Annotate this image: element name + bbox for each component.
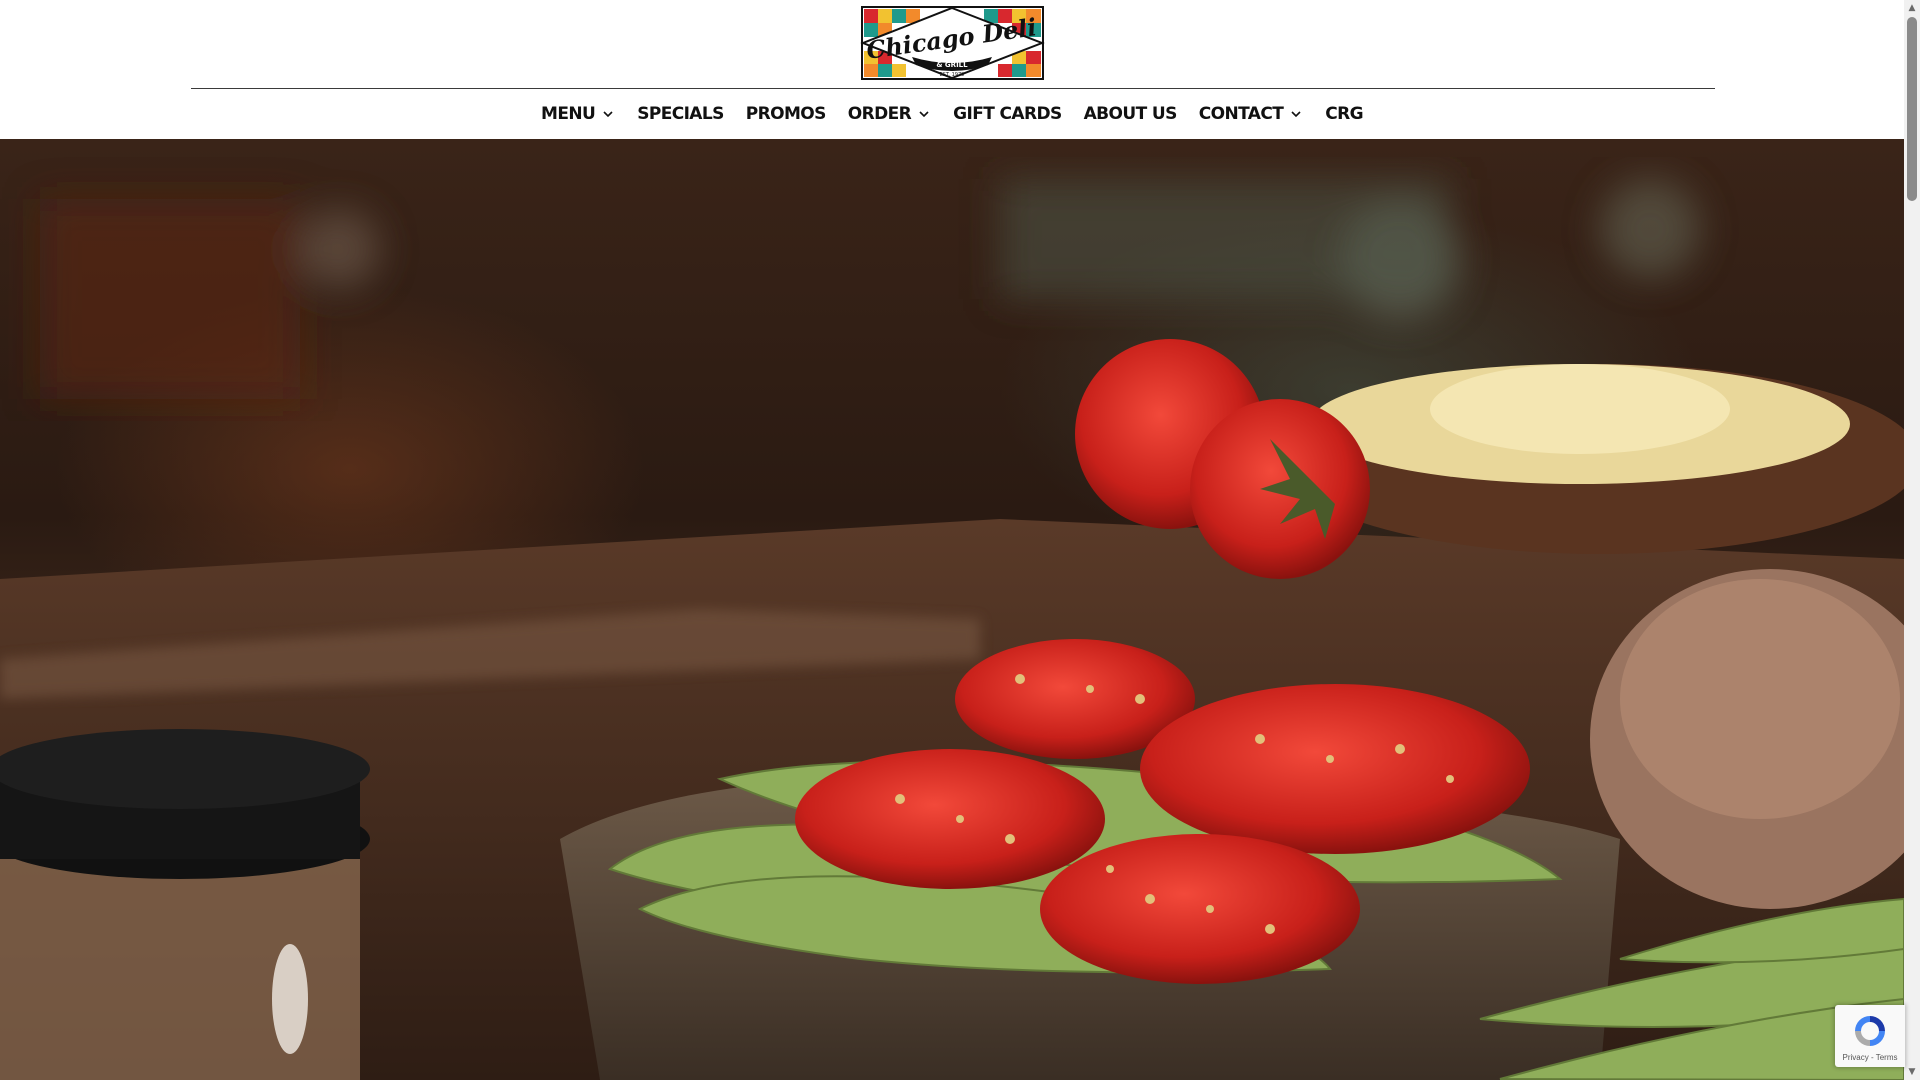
scroll-down-arrow-icon[interactable]: ▼ bbox=[1904, 1064, 1920, 1080]
nav-item-contact[interactable]: CONTACT bbox=[1199, 89, 1303, 139]
nav-label: GIFT CARDS bbox=[953, 104, 1062, 124]
vertical-scrollbar[interactable]: ▲ ▼ bbox=[1904, 0, 1920, 1080]
nav-item-specials[interactable]: SPECIALS bbox=[637, 89, 724, 139]
nav-label: ABOUT US bbox=[1083, 104, 1178, 124]
nav-item-promos[interactable]: PROMOS bbox=[745, 89, 827, 139]
logo-est: EST. 1979 bbox=[940, 72, 965, 78]
nav-item-menu[interactable]: MENU bbox=[541, 89, 615, 139]
nav-item-gift-cards[interactable]: GIFT CARDS bbox=[953, 89, 1062, 139]
nav-item-crg[interactable]: CRG bbox=[1325, 89, 1363, 139]
nav-label: CONTACT bbox=[1198, 104, 1284, 124]
chevron-down-icon bbox=[603, 111, 613, 118]
chevron-down-icon bbox=[919, 111, 929, 118]
chevron-down-icon bbox=[1291, 111, 1301, 118]
scroll-up-arrow-icon[interactable]: ▲ bbox=[1904, 0, 1920, 16]
nav-label: PROMOS bbox=[745, 104, 827, 124]
site-header: Chicago Deli & GRILL EST. 1979 MENU SPEC… bbox=[0, 0, 1904, 139]
nav-item-about-us[interactable]: ABOUT US bbox=[1083, 89, 1178, 139]
recaptcha-badge[interactable]: Privacy - Terms bbox=[1835, 1005, 1905, 1067]
hero-video-background bbox=[0, 139, 1904, 1080]
nav-label: CRG bbox=[1325, 104, 1363, 124]
recaptcha-icon bbox=[1855, 1016, 1885, 1046]
hero-food-illustration bbox=[0, 179, 1904, 1080]
scrollbar-thumb[interactable] bbox=[1907, 17, 1917, 201]
nav-label: ORDER bbox=[847, 104, 912, 124]
site-logo[interactable]: Chicago Deli & GRILL EST. 1979 bbox=[860, 5, 1045, 81]
nav-item-order[interactable]: ORDER bbox=[848, 89, 931, 139]
main-nav: MENU SPECIALS PROMOS ORDER GIFT CARDS AB… bbox=[0, 89, 1904, 139]
nav-label: SPECIALS bbox=[637, 104, 724, 124]
nav-label: MENU bbox=[541, 104, 596, 124]
logo-subtitle: & GRILL bbox=[936, 61, 968, 69]
recaptcha-links[interactable]: Privacy - Terms bbox=[1835, 1053, 1905, 1062]
